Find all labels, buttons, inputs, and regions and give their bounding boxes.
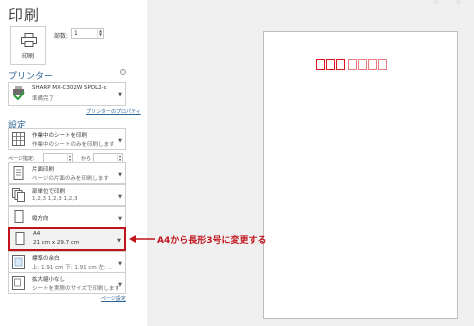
portrait-icon (14, 210, 24, 223)
print-what-dropdown[interactable]: 作業中のシートを印刷 作業中のシートのみを印刷します ▼ (8, 128, 126, 150)
sides-label: 片面印刷 (32, 167, 55, 173)
sheet-grid-icon (12, 132, 25, 146)
printer-icon (21, 33, 37, 47)
copies-input[interactable]: 1 ▲ ▼ (71, 28, 104, 39)
orientation-label: 縦方向 (32, 216, 49, 222)
scaling-icon (12, 276, 25, 290)
paper-size-dims: 21 cm x 29.7 cm (33, 240, 80, 246)
decorative-marks: ✧ ✧ (432, 0, 468, 8)
copies-spinner[interactable]: ▲ ▼ (97, 29, 103, 38)
pages-to-label: から (81, 156, 92, 162)
margins-desc: 上: 1.91 cm 下: 1.91 cm 左: ... (32, 265, 113, 271)
sides-desc: ページの片面のみを印刷します (32, 176, 109, 182)
chevron-down-icon: ▼ (118, 261, 122, 267)
margins-dropdown[interactable]: 標準の余白 上: 1.91 cm 下: 1.91 cm 左: ... ▼ (8, 251, 126, 273)
scaling-dropdown[interactable]: 拡大縮小なし シートを実際のサイズで印刷します ▼ (8, 272, 126, 294)
print-button[interactable]: 印刷 (10, 26, 46, 65)
pages-label: ページ指定: (8, 156, 35, 162)
print-what-label: 作業中のシートを印刷 (32, 133, 88, 139)
orientation-dropdown[interactable]: 縦方向 ▼ (8, 206, 126, 228)
chevron-down-icon: ▼ (118, 282, 122, 288)
preview-page (263, 31, 458, 319)
copies-label: 部数: (54, 33, 69, 40)
print-button-label: 印刷 (21, 53, 34, 60)
margins-icon (12, 255, 25, 269)
scaling-desc: シートを実際のサイズで印刷します (32, 286, 120, 292)
chevron-down-icon: ▼ (118, 92, 122, 98)
pages-to-spinner[interactable]: ▲ ▼ (117, 154, 122, 162)
printer-properties-link[interactable]: プリンターのプロパティ (86, 108, 141, 115)
page-setup-link[interactable]: ページ設定 (101, 295, 126, 302)
annotation-callout: A4から長形3号に変更する (157, 236, 267, 246)
sides-dropdown[interactable]: 片面印刷 ページの片面のみを印刷します ▼ (8, 162, 126, 184)
pages-from-spinner[interactable]: ▲ ▼ (67, 154, 72, 162)
print-what-desc: 作業中のシートのみを印刷します (32, 142, 115, 148)
printer-status: 準備完了 (32, 96, 55, 102)
paper-icon (15, 232, 25, 245)
collate-icon (12, 188, 25, 202)
address-stamp-boxes (316, 55, 388, 74)
page-title: 印刷 (8, 6, 41, 24)
paper-size-label: A4 (33, 231, 41, 237)
chevron-down-icon: ▼ (118, 172, 122, 178)
printer-status-icon (13, 86, 25, 100)
callout-arrow-icon (129, 235, 155, 243)
paper-size-dropdown[interactable]: A4 21 cm x 29.7 cm ▼ (8, 227, 126, 251)
printer-section-title: プリンター (8, 72, 54, 82)
collation-desc: 1,2,3 1,2,3 1,2,3 (32, 196, 78, 202)
one-sided-icon (13, 166, 24, 180)
printer-dropdown[interactable]: SHARP MX-C302W SPDL2-c 準備完了 ▼ (8, 82, 126, 106)
printer-name: SHARP MX-C302W SPDL2-c (32, 85, 107, 91)
collation-label: 部単位で印刷 (32, 189, 66, 195)
info-icon[interactable]: i (120, 69, 126, 75)
scaling-label: 拡大縮小なし (32, 277, 66, 283)
collation-dropdown[interactable]: 部単位で印刷 1,2,3 1,2,3 1,2,3 ▼ (8, 184, 126, 206)
print-settings-pane: 印刷 印刷 部数: 1 ▲ ▼ プリンター i SHARP MX-C302W SP… (0, 0, 147, 326)
chevron-down-icon: ▼ (117, 238, 121, 244)
margins-label: 標準の余白 (32, 256, 60, 262)
chevron-down-icon: ▼ (118, 194, 122, 200)
chevron-down-icon: ▼ (118, 216, 122, 222)
copies-value: 1 (74, 30, 78, 37)
chevron-down-icon: ▼ (118, 138, 122, 144)
